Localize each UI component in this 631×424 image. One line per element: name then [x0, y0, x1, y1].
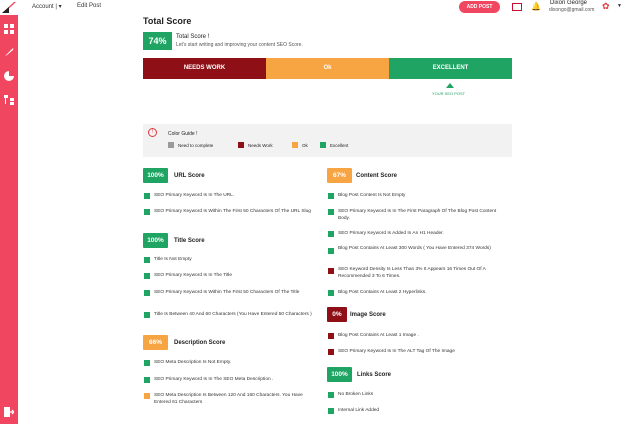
- list-item: SEO Primary Keyword Is Within The First …: [154, 290, 300, 295]
- total-score-subtitle: Let's start writing and improving your c…: [176, 42, 303, 48]
- swatch-excellent-label: Excellent: [330, 143, 349, 148]
- score-bar-ok: Ok: [266, 58, 389, 79]
- user-name: Dixon George: [550, 0, 588, 6]
- score-indicator-arrow: [446, 83, 454, 88]
- status-square: [328, 392, 334, 398]
- status-square: [328, 408, 334, 414]
- image-score-title: Image Score: [350, 312, 386, 318]
- list-item: SEO Keyword Density Is Less Than 3% It A…: [338, 267, 486, 279]
- swatch-need: [168, 142, 174, 148]
- status-square: [144, 312, 150, 318]
- status-square: [328, 268, 334, 274]
- list-item: Title Is Between 40 And 60 Characters (Y…: [154, 312, 312, 317]
- score-bar-needs-work: NEEDS WORK: [143, 58, 266, 79]
- list-item: SEO Primary Keyword Is In The ALT Tag Of…: [338, 349, 455, 354]
- list-item: SEO Meta Description Is Between 120 And …: [154, 393, 303, 405]
- status-square: [144, 393, 150, 399]
- gear-icon[interactable]: ✿: [602, 1, 610, 12]
- content-score-badge: 67%: [327, 168, 352, 183]
- status-square: [144, 193, 150, 199]
- list-item: No Broken Links: [338, 392, 374, 397]
- status-square: [328, 209, 334, 215]
- dashboard-icon[interactable]: [4, 24, 14, 34]
- list-item: Blog Post Contains At Least 2 Hyperlinks…: [338, 290, 427, 295]
- swatch-needs-work: [238, 142, 244, 148]
- swatch-ok: [292, 142, 298, 148]
- alert-circle-icon: !: [148, 128, 157, 137]
- score-indicator-label: YOUR SEO POST: [432, 91, 466, 96]
- status-square: [144, 290, 150, 296]
- status-square: [144, 360, 150, 366]
- image-score-badge: 0%: [327, 307, 347, 322]
- description-score-badge: 66%: [143, 335, 168, 350]
- logout-icon[interactable]: [4, 407, 14, 417]
- color-guide: ! Color Guide ! Need to complete Needs W…: [143, 124, 512, 157]
- status-square: [328, 349, 334, 355]
- list-item: Internal Link Added: [338, 408, 380, 413]
- list-item: SEO Primary Keyword Is Within The First …: [154, 209, 311, 214]
- status-square: [144, 377, 150, 383]
- list-item: Blog Post Contains At Least 300 Words ( …: [338, 246, 491, 251]
- links-score-badge: 100%: [327, 367, 352, 382]
- swatch-needs-work-label: Needs Work: [248, 143, 273, 148]
- status-square: [328, 333, 334, 339]
- list-item: SEO Primary Keyword Is In The First Para…: [338, 209, 497, 221]
- list-item: SEO Meta Description Is Not Empty.: [154, 360, 232, 365]
- pie-chart-icon[interactable]: [4, 71, 14, 81]
- app-logo[interactable]: [0, 0, 18, 15]
- sitemap-icon[interactable]: [4, 95, 14, 105]
- status-square: [328, 290, 334, 296]
- total-score-label: Total Score !: [176, 34, 210, 40]
- title-score-title: Title Score: [174, 238, 205, 244]
- list-item: SEO Primary Keyword Is In The Title: [154, 273, 233, 278]
- status-square: [328, 193, 334, 199]
- status-square: [144, 257, 150, 263]
- status-square: [144, 209, 150, 215]
- links-score-title: Links Score: [357, 372, 392, 378]
- list-item: Blog Post Contains At Least 1 Image .: [338, 333, 419, 338]
- account-dropdown[interactable]: Account | ▾: [32, 3, 62, 10]
- list-item: SEO Primary Keyword Is In The SEO Meta D…: [154, 377, 274, 382]
- sidebar: [0, 0, 18, 424]
- swatch-excellent: [320, 142, 326, 148]
- score-bar-excellent: EXCELLENT: [389, 58, 512, 79]
- description-score-title: Description Score: [174, 340, 226, 346]
- list-item: Blog Post Content Is Not Empty: [338, 193, 406, 198]
- url-score-title: URL Score: [174, 173, 205, 179]
- swatch-need-label: Need to complete: [178, 143, 214, 148]
- language-flag-icon[interactable]: [512, 3, 522, 11]
- user-email: dixongo@gmail.com: [549, 7, 595, 13]
- swatch-ok-label: Ok: [302, 143, 308, 148]
- list-item: SEO Primary Keyword Is In The URL.: [154, 193, 235, 198]
- content-score-title: Content Score: [356, 173, 398, 179]
- page-title-edit-post: Edit Post: [77, 3, 102, 9]
- list-item: Title Is Not Empty: [154, 257, 192, 262]
- total-score-badge: 74%: [143, 32, 172, 50]
- feather-pen-icon[interactable]: [4, 47, 14, 57]
- bell-icon[interactable]: 🔔: [531, 2, 541, 11]
- status-square: [328, 248, 334, 254]
- chevron-down-icon[interactable]: ▼: [617, 3, 622, 9]
- color-guide-title: Color Guide !: [168, 131, 198, 137]
- status-square: [144, 273, 150, 279]
- url-score-badge: 100%: [143, 168, 168, 183]
- add-post-button[interactable]: ADD POST: [459, 1, 500, 13]
- list-item: SEO Primary Keyword Is Added In An H1 He…: [338, 231, 444, 236]
- page-title: Total Score: [143, 16, 192, 26]
- status-square: [328, 231, 334, 237]
- title-score-badge: 100%: [143, 233, 168, 248]
